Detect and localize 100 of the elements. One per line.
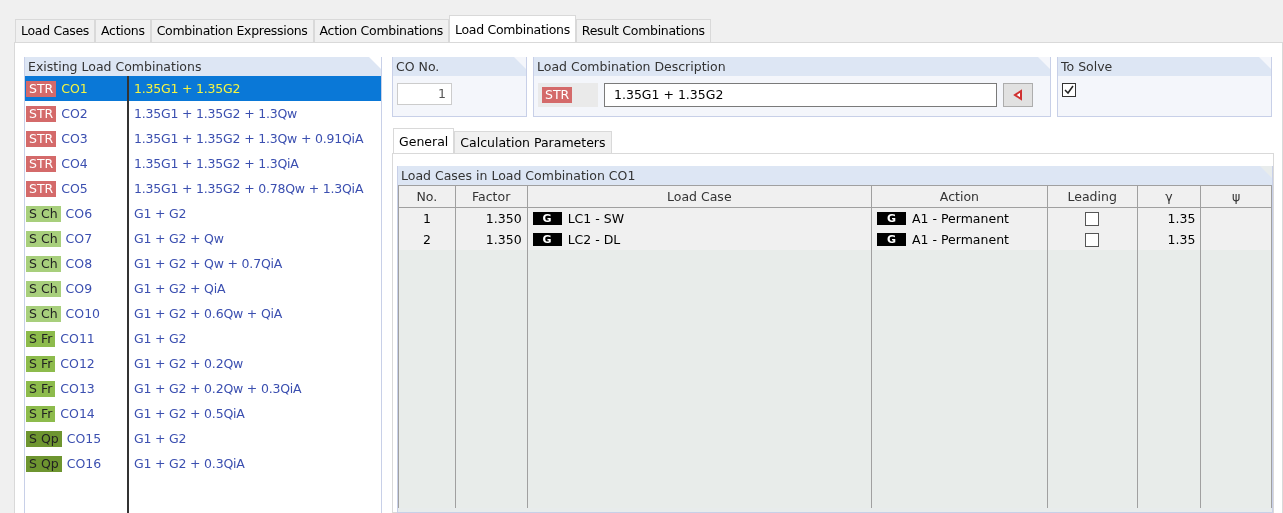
column-header: Load Case — [527, 185, 872, 208]
list-item[interactable]: STR CO3 1.35G1 + 1.35G2 + 1.3Qw + 0.91QiA — [25, 126, 381, 151]
combination-name: CO6 — [65, 206, 93, 221]
tab[interactable]: Result Combinations — [575, 19, 711, 42]
list-item[interactable]: STR CO4 1.35G1 + 1.35G2 + 1.3QiA — [25, 151, 381, 176]
category-tag: STR — [26, 155, 57, 172]
category-tag: S Fr — [26, 380, 56, 397]
tab[interactable]: Action Combinations — [313, 19, 449, 42]
combination-name: CO16 — [66, 456, 102, 471]
list-item[interactable]: STR CO2 1.35G1 + 1.35G2 + 1.3Qw — [25, 101, 381, 126]
combination-expression: 1.35G1 + 1.35G2 + 1.3Qw — [133, 106, 298, 121]
tab[interactable]: Combination Expressions — [150, 19, 314, 42]
combination-name: CO1 — [61, 81, 88, 96]
column-header: Leading — [1047, 185, 1137, 208]
arrow-button[interactable] — [1003, 83, 1033, 107]
table-cell: 2 — [398, 229, 456, 250]
list-item[interactable]: STR CO5 1.35G1 + 1.35G2 + 0.78Qw + 1.3QiA — [25, 176, 381, 201]
category-tag: S Qp — [26, 430, 62, 447]
left-triangle-icon — [1012, 89, 1024, 101]
list-item[interactable]: S Fr CO12 G1 + G2 + 0.2Qw — [25, 351, 381, 376]
list-item[interactable]: S Fr CO13 G1 + G2 + 0.2Qw + 0.3QiA — [25, 376, 381, 401]
combination-name: CO14 — [60, 406, 95, 421]
panel-header: Load Cases in Load Combination CO1 — [398, 166, 1272, 185]
combination-name: CO5 — [61, 181, 88, 196]
combination-expression: G1 + G2 + 0.2Qw + 0.3QiA — [133, 381, 302, 396]
category-tag: S Ch — [26, 255, 61, 272]
combination-name: CO7 — [65, 231, 93, 246]
combination-name: CO11 — [60, 331, 95, 346]
combination-expression: G1 + G2 + Qw — [133, 231, 224, 246]
to-solve-checkbox[interactable] — [1062, 83, 1076, 97]
category-tag: S Fr — [26, 405, 56, 422]
list-item[interactable]: S Ch CO10 G1 + G2 + 0.6Qw + QiA — [25, 301, 381, 326]
column-header: Factor — [455, 185, 528, 208]
combination-name: CO15 — [66, 431, 102, 446]
category-tag: S Qp — [26, 455, 62, 472]
list-item[interactable]: S Ch CO6 G1 + G2 — [25, 201, 381, 226]
list-item[interactable]: S Ch CO7 G1 + G2 + Qw — [25, 226, 381, 251]
category-tag: S Ch — [26, 230, 61, 247]
combination-name: CO3 — [61, 131, 88, 146]
category-tag: S Ch — [26, 280, 61, 297]
panel-header: To Solve — [1058, 57, 1271, 76]
type-tag: G — [877, 233, 907, 246]
category-tag: STR — [26, 80, 57, 97]
panel-header: Load Combination Description — [534, 57, 1050, 76]
category-tag: S Fr — [26, 330, 56, 347]
list-item[interactable]: STR CO1 1.35G1 + 1.35G2 — [25, 76, 381, 101]
combination-expression: G1 + G2 + 0.5QiA — [133, 406, 245, 421]
type-tag: G — [532, 212, 562, 225]
load-case-name: LC2 - DL — [567, 232, 621, 247]
leading-checkbox[interactable] — [1085, 232, 1100, 247]
combination-name: CO2 — [61, 106, 88, 121]
column-header: No. — [398, 185, 456, 208]
tab[interactable]: Calculation Parameters — [454, 131, 612, 153]
combination-expression: 1.35G1 + 1.35G2 + 1.3Qw + 0.91QiA — [133, 131, 364, 146]
category-tag: STR — [26, 105, 57, 122]
combination-expression: 1.35G1 + 1.35G2 — [133, 81, 241, 96]
combination-expression: G1 + G2 + Qw + 0.7QiA — [133, 256, 283, 271]
list-item[interactable]: S Qp CO16 G1 + G2 + 0.3QiA — [25, 451, 381, 476]
category-tag: S Fr — [26, 355, 56, 372]
combination-name: CO8 — [65, 256, 93, 271]
list-item[interactable]: S Qp CO15 G1 + G2 — [25, 426, 381, 451]
combination-name: CO10 — [65, 306, 101, 321]
combination-expression: G1 + G2 — [133, 431, 187, 446]
list-item[interactable]: S Ch CO9 G1 + G2 + QiA — [25, 276, 381, 301]
category-tag: STR — [26, 180, 57, 197]
combination-name: CO4 — [61, 156, 88, 171]
combination-expression: G1 + G2 + QiA — [133, 281, 226, 296]
action-name: A1 - Permanent — [912, 232, 1009, 247]
type-tag: G — [877, 212, 907, 225]
combination-expression: G1 + G2 + 0.6Qw + QiA — [133, 306, 283, 321]
combination-expression: G1 + G2 — [133, 331, 187, 346]
tab[interactable]: Load Combinations — [449, 15, 576, 42]
list-item[interactable]: S Fr CO11 G1 + G2 — [25, 326, 381, 351]
list-item[interactable]: S Fr CO14 G1 + G2 + 0.5QiA — [25, 401, 381, 426]
table-cell: 1 — [398, 207, 456, 229]
combination-name: CO13 — [60, 381, 95, 396]
category-tag: STR — [542, 87, 573, 103]
leading-checkbox[interactable] — [1085, 211, 1100, 226]
column-header: ψ — [1200, 185, 1272, 208]
column-header: Action — [871, 185, 1048, 208]
load-case-name: LC1 - SW — [567, 211, 625, 226]
table-cell: 1.35 — [1137, 229, 1201, 250]
column-header: γ — [1137, 185, 1201, 208]
list-item[interactable]: S Ch CO8 G1 + G2 + Qw + 0.7QiA — [25, 251, 381, 276]
tab[interactable]: Actions — [95, 19, 151, 42]
category-tag: S Ch — [26, 205, 61, 222]
combination-expression: 1.35G1 + 1.35G2 + 0.78Qw + 1.3QiA — [133, 181, 364, 196]
combination-expression: G1 + G2 — [133, 206, 187, 221]
tab[interactable]: Load Cases — [15, 19, 96, 42]
combination-name: CO9 — [65, 281, 93, 296]
combination-expression: G1 + G2 + 0.2Qw — [133, 356, 244, 371]
combination-expression: 1.35G1 + 1.35G2 + 1.3QiA — [133, 156, 299, 171]
panel-header: CO No. — [393, 57, 526, 76]
category-tag: S Ch — [26, 305, 61, 322]
type-tag: G — [532, 233, 562, 246]
tab[interactable]: General — [393, 128, 455, 153]
co-number-field[interactable]: 1 — [397, 83, 452, 105]
combination-expression: G1 + G2 + 0.3QiA — [133, 456, 245, 471]
category-tag: STR — [26, 130, 57, 147]
description-field[interactable]: 1.35G1 + 1.35G2 — [604, 83, 997, 107]
